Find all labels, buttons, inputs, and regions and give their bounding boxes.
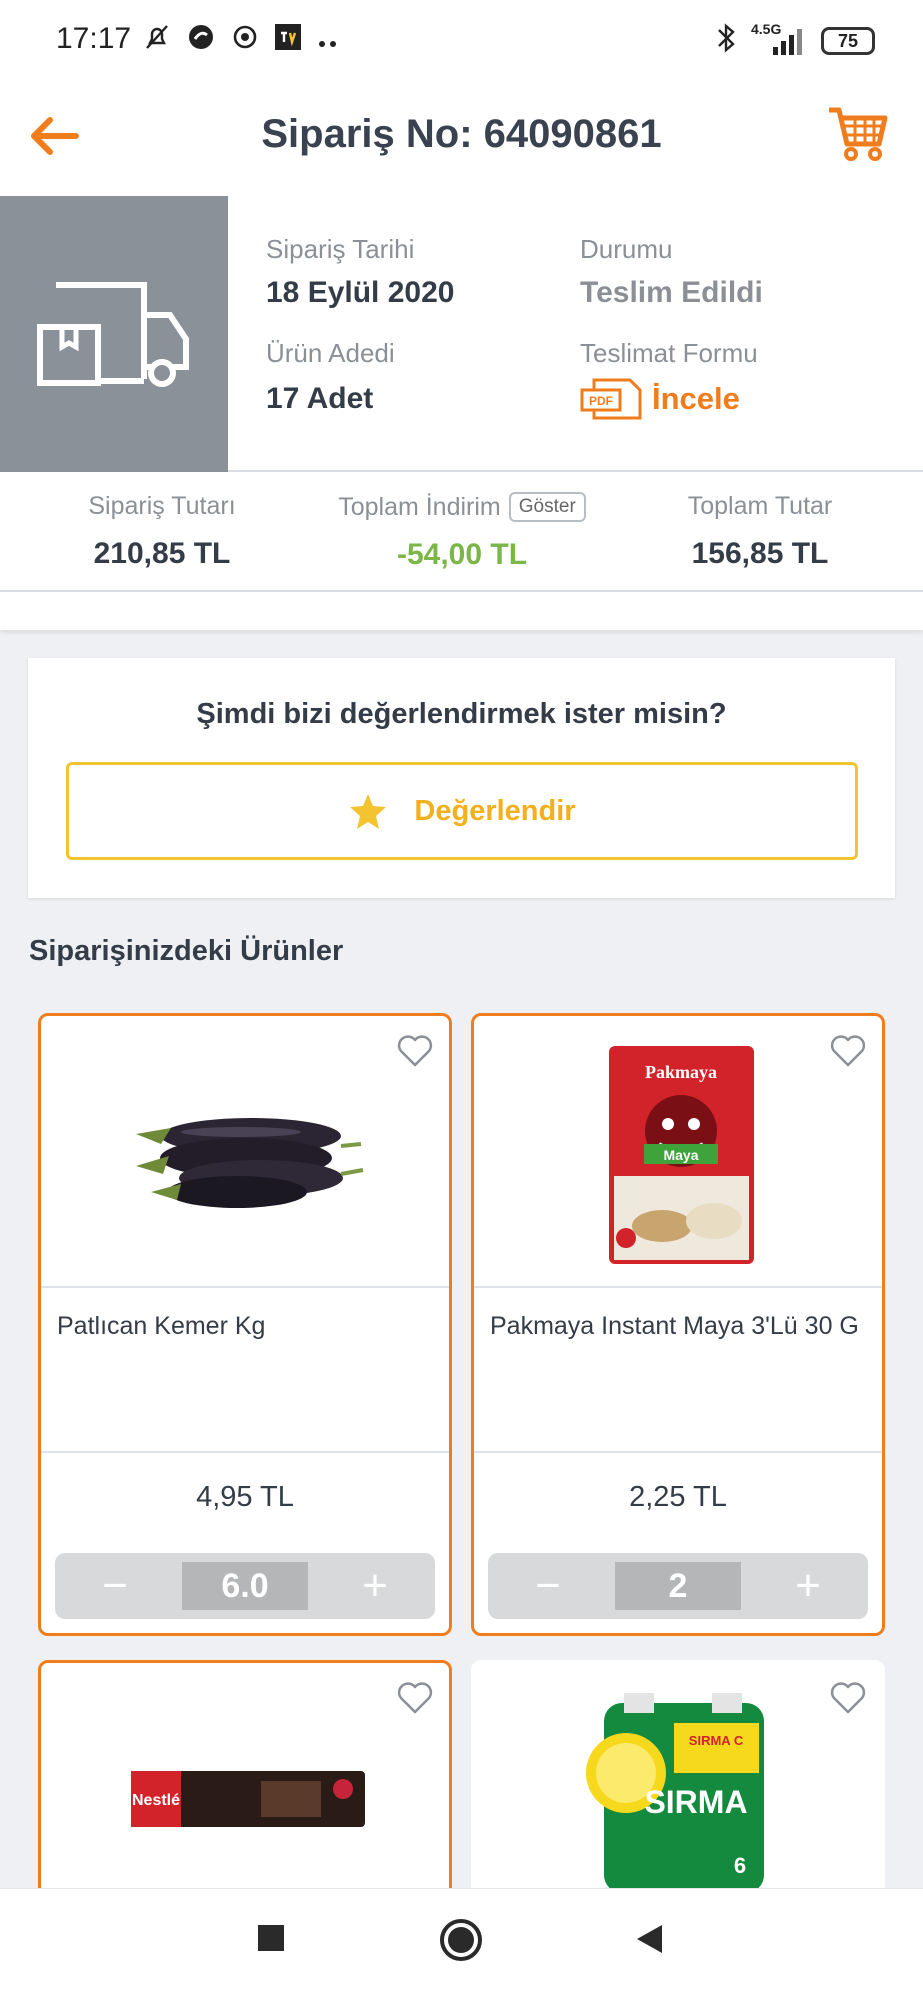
sirma-tag: SIRMA C: [689, 1733, 744, 1748]
rating-question: Şimdi bizi değerlendirmek ister misin?: [196, 698, 727, 730]
rate-button-label: Değerlendir: [414, 794, 576, 827]
heart-icon[interactable]: [395, 1677, 435, 1717]
app-bar: Sipariş No: 64090861: [0, 80, 923, 196]
product-image: [41, 1016, 449, 1288]
quantity-stepper: − 6.0 +: [55, 1553, 435, 1619]
quantity-stepper: − 2 +: [488, 1553, 868, 1619]
delivery-truck-icon: [37, 282, 189, 387]
delivery-truck-panel: [0, 196, 228, 472]
order-date-label: Sipariş Tarihi: [266, 234, 415, 264]
more-dots-icon: [316, 25, 340, 56]
pdf-text: PDF: [589, 394, 613, 408]
item-count-label: Ürün Adedi: [266, 338, 395, 368]
pdf-icon: PDF: [580, 378, 642, 420]
status-icons-right: 4.5G 75: [715, 21, 875, 60]
delivery-form-link-label: İncele: [652, 381, 740, 416]
order-total-label: Sipariş Tutarı: [88, 492, 236, 520]
nestle-brand: Nestlé: [132, 1792, 180, 1809]
cart-icon: [829, 107, 888, 161]
product-card[interactable]: Patlıcan Kemer Kg 4,95 TL − 6.0 +: [38, 1013, 452, 1636]
page-title: Sipariş No: 64090861: [261, 112, 662, 156]
signal-icon: 4.5G: [751, 21, 807, 57]
triangle-back-icon: [637, 1925, 662, 1953]
bell-muted-icon: [142, 22, 172, 59]
show-discount-button[interactable]: Göster: [508, 492, 586, 522]
decrease-button[interactable]: −: [528, 1564, 568, 1608]
item-count-value: 17 Adet: [266, 382, 374, 415]
divider-strip: [0, 592, 923, 630]
home-button[interactable]: [438, 1917, 484, 1968]
back-nav-button[interactable]: [634, 1923, 664, 1960]
system-nav-bar: [0, 1888, 923, 2000]
sirma-brand: SIRMA: [644, 1784, 747, 1820]
total-discount: Toplam İndirim Göster -54,00 TL: [312, 492, 612, 572]
total-discount-value: -54,00 TL: [396, 538, 528, 571]
product-card[interactable]: Pakmaya Maya Pakmaya Instant Maya 3'Lü 3…: [471, 1013, 885, 1636]
heart-icon[interactable]: [828, 1030, 868, 1070]
grand-total-label: Toplam Tutar: [687, 492, 833, 520]
order-total: Sipariş Tutarı 210,85 TL: [62, 492, 262, 571]
square-icon: [258, 1925, 284, 1951]
order-total-value: 210,85 TL: [93, 537, 231, 570]
status-bar: 17:17 4.5G 75: [0, 0, 923, 80]
tv-plus-icon: [274, 23, 302, 58]
product-name: Patlıcan Kemer Kg: [41, 1288, 449, 1453]
yeast-package-image: Pakmaya Maya: [609, 1046, 754, 1264]
battery-indicator: 75: [821, 27, 875, 55]
products-section-title: Siparişinizdeki Ürünler: [29, 935, 344, 967]
grand-total: Toplam Tutar 156,85 TL: [660, 492, 860, 571]
delivery-form-link[interactable]: PDF İncele: [580, 378, 740, 420]
circle-icon: [440, 1919, 482, 1961]
rate-button[interactable]: Değerlendir: [66, 762, 858, 860]
cart-button[interactable]: [825, 100, 891, 166]
rating-card: Şimdi bizi değerlendirmek ister misin? D…: [28, 658, 895, 898]
product-name: Pakmaya Instant Maya 3'Lü 30 G: [474, 1288, 882, 1453]
pakmaya-brand: Pakmaya: [645, 1062, 717, 1082]
status-value: Teslim Edildi: [580, 276, 763, 309]
status-label: Durumu: [580, 234, 673, 264]
decrease-button[interactable]: −: [95, 1564, 135, 1608]
pakmaya-maya: Maya: [663, 1147, 698, 1163]
increase-button[interactable]: +: [355, 1564, 395, 1608]
recents-button[interactable]: [256, 1923, 286, 1958]
quantity-value: 2: [615, 1562, 741, 1610]
product-price: 2,25 TL: [629, 1481, 727, 1513]
quantity-value: 6.0: [182, 1562, 308, 1610]
product-price: 4,95 TL: [196, 1481, 294, 1513]
heart-icon[interactable]: [395, 1030, 435, 1070]
totals-bar: Sipariş Tutarı 210,85 TL Toplam İndirim G…: [0, 472, 923, 592]
increase-button[interactable]: +: [788, 1564, 828, 1608]
rose-icon: [230, 22, 260, 59]
eggplant-image: [136, 1118, 364, 1208]
sirma-pack-count: 6: [734, 1853, 746, 1878]
order-date-value: 18 Eylül 2020: [266, 276, 455, 309]
delivery-form-label: Teslimat Formu: [580, 338, 758, 368]
bluetooth-icon: [715, 22, 737, 60]
app-notification-icon: [186, 22, 216, 59]
heart-icon[interactable]: [828, 1677, 868, 1717]
grand-total-value: 156,85 TL: [691, 537, 829, 570]
total-discount-label: Toplam İndirim: [338, 493, 501, 521]
status-icons-left: [142, 22, 340, 59]
product-image: Pakmaya Maya: [474, 1016, 882, 1288]
status-time: 17:17: [56, 22, 132, 55]
order-summary: Sipariş Tarihi 18 Eylül 2020 Ürün Adedi …: [0, 196, 923, 472]
star-icon: [350, 794, 387, 829]
